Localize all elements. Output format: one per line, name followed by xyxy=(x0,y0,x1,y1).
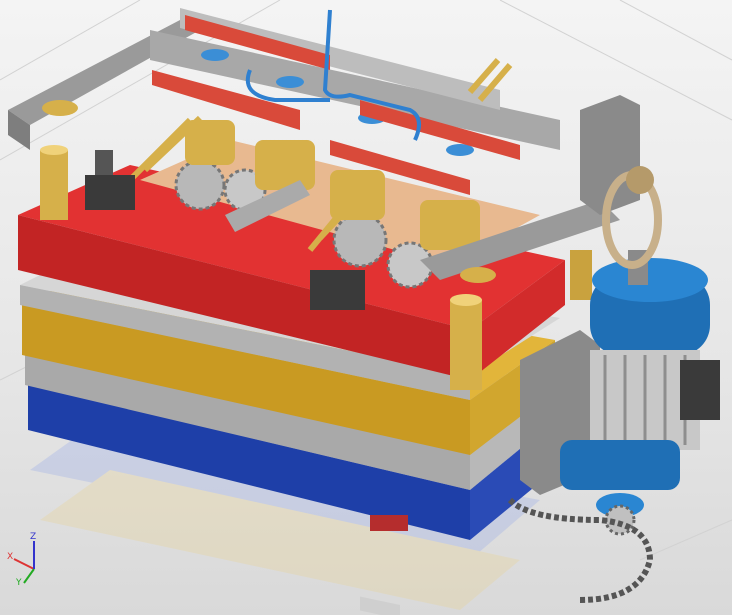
model-canvas[interactable] xyxy=(0,0,732,615)
y-axis-label: Y xyxy=(15,578,22,585)
z-axis-label: Z xyxy=(30,532,36,542)
x-axis-label: X xyxy=(7,552,13,562)
cad-viewport[interactable]: X Y Z xyxy=(0,0,732,615)
guide-pillar-front xyxy=(450,300,482,390)
guide-pillar-left xyxy=(40,150,68,220)
guide-pillar-right xyxy=(570,250,592,300)
coordinate-triad: X Y Z xyxy=(7,532,36,585)
nameplate xyxy=(370,515,408,531)
y-axis-arrow xyxy=(23,568,35,584)
x-axis-arrow xyxy=(13,558,35,570)
